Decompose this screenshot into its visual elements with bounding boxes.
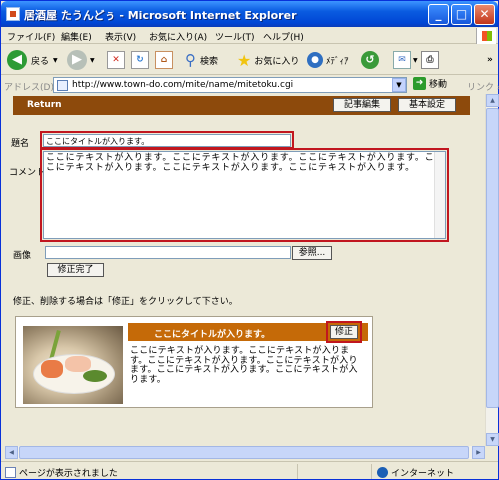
address-label: アドレス(D) (4, 83, 54, 93)
address-url: http://www.town-do.com/mite/name/mitetok… (72, 80, 294, 90)
page-icon (57, 80, 68, 91)
back-button[interactable]: ◀ 戻る ▼ (7, 49, 58, 71)
article-card: ここにタイトルが入ります。 修正 ここにテキストが入ります。ここにテキストが入り… (15, 316, 373, 408)
windows-logo-icon (476, 28, 496, 44)
toolbar-overflow-icon[interactable]: » (487, 49, 493, 71)
zone-label: インターネット (391, 469, 455, 479)
favorites-button[interactable]: ★ お気に入り (237, 49, 299, 71)
stop-button[interactable]: ✕ (107, 49, 125, 71)
search-button[interactable]: ⚲ 検索 (185, 49, 218, 71)
toolbar: ◀ 戻る ▼ ▶ ▼ ✕ ↻ ⌂ ⚲ 検索 ★ お気に入り ● ﾒﾃﾞｨｱ ↺ … (1, 45, 498, 75)
browse-button[interactable]: 参照... (292, 246, 332, 260)
address-input[interactable]: http://www.town-do.com/mite/name/mitetok… (53, 77, 407, 93)
go-arrow-icon: ➜ (413, 77, 426, 90)
menu-bar: ファイル(F) 編集(E) 表示(V) お気に入り(A) ツール(T) ヘルプ(… (1, 27, 498, 44)
links-button[interactable]: リンク » (467, 80, 499, 93)
page-header: Return 記事編集 基本設定 (13, 96, 470, 115)
home-button[interactable]: ⌂ (155, 49, 173, 71)
dish-photo (23, 326, 123, 404)
home-icon: ⌂ (155, 51, 173, 69)
window-title: 居酒屋 たうんどぅ - Microsoft Internet Explorer (24, 9, 297, 22)
forward-arrow-icon: ▶ (67, 50, 87, 70)
printer-icon: ⎙ (421, 51, 439, 69)
title-bar: 居酒屋 たうんどぅ - Microsoft Internet Explorer … (1, 1, 498, 27)
card-body-text: ここにテキストが入ります。ここにテキストが入ります。ここにテキストが入ります。こ… (130, 346, 358, 385)
chevron-down-icon: ▼ (90, 56, 95, 64)
edit-articles-button[interactable]: 記事編集 (333, 98, 391, 112)
image-label: 画像 (13, 251, 32, 261)
chevron-down-icon: ▼ (413, 56, 418, 64)
vertical-scrollbar[interactable]: ▲ ▼ (485, 94, 499, 446)
minimize-button[interactable]: _ (428, 4, 449, 25)
menu-view[interactable]: 表示(V) (105, 30, 136, 43)
forward-button[interactable]: ▶ ▼ (67, 49, 95, 71)
go-label: 移動 (429, 80, 448, 90)
mail-icon: ✉ (393, 51, 411, 69)
scroll-right-icon[interactable]: ▶ (472, 446, 485, 459)
address-bar: アドレス(D) http://www.town-do.com/mite/name… (1, 76, 499, 94)
menu-edit[interactable]: 編集(E) (61, 30, 92, 43)
title-highlight (40, 131, 294, 149)
photo-fish (41, 360, 63, 378)
basic-settings-button[interactable]: 基本設定 (398, 98, 456, 112)
go-button[interactable]: ➜ 移動 (413, 77, 447, 90)
menu-favorites[interactable]: お気に入り(A) (149, 30, 207, 43)
chevron-down-icon: ▼ (53, 56, 58, 64)
menu-tools[interactable]: ツール(T) (215, 30, 255, 43)
title-label: 題名 (11, 139, 30, 149)
scroll-left-icon[interactable]: ◀ (5, 446, 18, 459)
app-icon (6, 7, 20, 21)
refresh-icon: ↻ (131, 51, 149, 69)
media-button[interactable]: ● ﾒﾃﾞｨｱ (307, 49, 349, 71)
status-divider (297, 464, 298, 479)
stop-icon: ✕ (107, 51, 125, 69)
status-text-area: ページが表示されました (5, 466, 118, 479)
instruction-text: 修正、削除する場合は「修正」をクリックして下さい。 (13, 297, 238, 307)
back-label: 戻る (31, 56, 50, 67)
search-icon: ⚲ (185, 51, 196, 69)
security-zone: インターネット (377, 466, 454, 479)
history-icon: ↺ (361, 51, 379, 69)
edit-button-highlight (326, 321, 362, 343)
browser-window: 居酒屋 たうんどぅ - Microsoft Internet Explorer … (0, 0, 499, 480)
close-button[interactable]: ✕ (474, 4, 495, 25)
media-label: ﾒﾃﾞｨｱ (326, 56, 349, 67)
return-link[interactable]: Return (27, 100, 62, 110)
status-divider (371, 464, 372, 479)
done-editing-button[interactable]: 修正完了 (47, 263, 104, 277)
media-icon: ● (307, 52, 323, 68)
horizontal-scrollbar[interactable]: ◀ ▶ (5, 446, 485, 459)
search-label: 検索 (200, 56, 219, 67)
hscroll-thumb[interactable] (19, 446, 469, 459)
history-button[interactable]: ↺ (361, 49, 379, 71)
star-icon: ★ (237, 50, 252, 70)
status-text: ページが表示されました (19, 469, 118, 479)
menu-file[interactable]: ファイル(F) (7, 30, 55, 43)
photo-fish (65, 356, 91, 372)
links-label: リンク (467, 83, 495, 93)
image-file-input[interactable] (45, 246, 291, 259)
back-arrow-icon: ◀ (7, 50, 27, 70)
card-title: ここにタイトルが入ります。 (154, 330, 271, 340)
print-button[interactable]: ⎙ (421, 49, 439, 71)
address-dropdown-icon[interactable]: ▼ (392, 78, 406, 92)
status-bar: ページが表示されました インターネット (1, 461, 498, 480)
page-status-icon (5, 467, 16, 478)
refresh-button[interactable]: ↻ (131, 49, 149, 71)
page-content: Return 記事編集 基本設定 題名 ここにタイトルが入ります。 コメント こ… (5, 94, 485, 446)
mail-button[interactable]: ✉ ▼ (393, 49, 418, 71)
maximize-button[interactable]: □ (451, 4, 472, 25)
comment-highlight (40, 148, 449, 242)
globe-icon (377, 467, 388, 478)
scroll-down-icon[interactable]: ▼ (486, 433, 499, 446)
photo-leaf (83, 370, 107, 382)
favorites-label: お気に入り (254, 56, 300, 67)
scroll-up-icon[interactable]: ▲ (486, 94, 499, 107)
scroll-thumb[interactable] (486, 108, 499, 408)
menu-help[interactable]: ヘルプ(H) (263, 30, 304, 43)
